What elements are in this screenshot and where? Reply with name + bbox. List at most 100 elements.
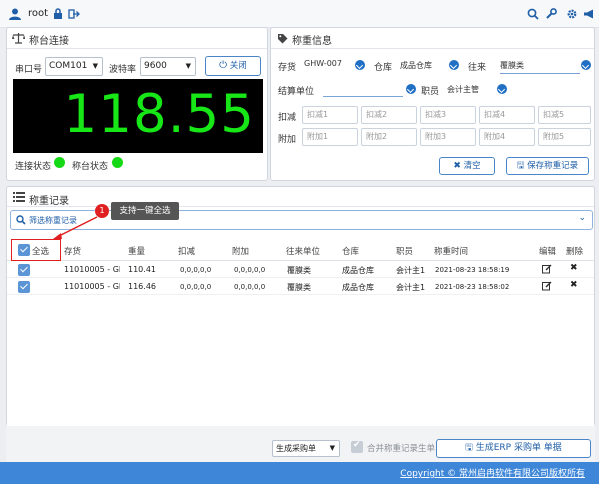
table-row[interactable]: 11010005 - GH 110.41 0,0,0,0,0 0,0,0,0,0… <box>7 261 594 278</box>
select-all-label[interactable]: 全选 <box>32 245 49 257</box>
clear-button-label: 清空 <box>463 161 481 171</box>
stock-label: 存货 <box>278 63 297 73</box>
merge-checkbox[interactable]: ✔ <box>351 440 363 453</box>
row-staff: 会计主1 <box>396 283 426 292</box>
bottom-action-bar: 生成采购单 ▼ ✔ 合并称重记录生单 🖫 生成ERP 采购单 单据 <box>6 426 595 462</box>
weight-display: 118.55 <box>13 79 263 153</box>
doc-type-value: 生成采购单 <box>276 444 316 453</box>
row-extra: 0,0,0,0,0 <box>234 283 266 291</box>
merge-label[interactable]: 合并称重记录生单 <box>367 442 435 454</box>
warehouse-label: 仓库 <box>374 63 393 73</box>
port-label: 串口号 <box>15 65 43 75</box>
tooltip-text: 支持一键全选 <box>119 206 171 216</box>
wrench-icon[interactable] <box>545 8 557 20</box>
weigh-info-title: 称重信息 <box>292 36 332 47</box>
arrow-annotation <box>53 216 98 239</box>
port-value: COM101 <box>49 61 88 71</box>
stock-dropdown-icon[interactable] <box>355 60 365 70</box>
power-icon: ⏻ <box>219 60 228 71</box>
row-weight: 110.41 <box>128 265 156 274</box>
col-delete: 删除 <box>566 247 584 257</box>
lock-icon[interactable] <box>53 8 63 20</box>
row-staff: 会计主1 <box>396 266 426 275</box>
contact-dropdown-icon[interactable] <box>581 60 591 70</box>
select-all-checkbox[interactable] <box>18 244 30 256</box>
divider <box>271 48 594 49</box>
col-deduct: 扣减 <box>178 247 196 257</box>
col-staff: 职员 <box>396 247 414 257</box>
extra-field-3[interactable]: 附加3 <box>420 128 476 146</box>
row-contact: 覆膜类 <box>287 283 311 292</box>
baud-select[interactable]: 9600 ▼ <box>140 57 196 76</box>
delete-icon[interactable]: ✖ <box>570 280 578 290</box>
row-checkbox[interactable] <box>18 264 30 276</box>
warehouse-dropdown-icon[interactable] <box>449 60 459 70</box>
connection-status-indicator <box>54 157 65 168</box>
row-stock: 11010005 - GH <box>64 265 120 274</box>
warehouse-input[interactable]: 成品仓库 <box>400 60 446 74</box>
extra-field-1[interactable]: 附加1 <box>302 128 358 146</box>
stock-input[interactable]: GHW-007 <box>304 59 354 73</box>
extra-field-2[interactable]: 附加2 <box>361 128 417 146</box>
staff-input[interactable]: 会计主管 <box>447 84 493 98</box>
edit-icon[interactable] <box>542 281 552 292</box>
username: root <box>28 8 49 19</box>
doc-type-select[interactable]: 生成采购单 ▼ <box>272 440 340 457</box>
divider <box>7 48 267 49</box>
col-weight: 重量 <box>128 247 146 257</box>
records-title: 称重记录 <box>29 196 69 207</box>
delete-icon[interactable]: ✖ <box>570 263 578 273</box>
table-header: 全选 存货 重量 扣减 附加 往来单位 仓库 职员 称重时间 编辑 删除 <box>7 239 594 261</box>
save-record-button[interactable]: 🖫 保存称重记录 <box>506 157 589 175</box>
tag-icon <box>277 33 288 44</box>
deduct-field-3[interactable]: 扣减3 <box>420 106 476 124</box>
search-icon[interactable] <box>527 8 539 20</box>
deduct-label: 扣减 <box>278 113 297 123</box>
clear-button[interactable]: ✖ 清空 <box>439 157 495 175</box>
logout-icon[interactable] <box>68 8 80 20</box>
deduct-field-4[interactable]: 扣减4 <box>479 106 535 124</box>
port-select[interactable]: COM101 ▼ <box>45 57 103 76</box>
row-time: 2021-08-23 18:58:19 <box>435 266 510 274</box>
save-icon: 🖫 <box>516 161 525 171</box>
top-bar: root <box>0 0 599 28</box>
close-port-button[interactable]: ⏻ 关闭 <box>205 56 261 76</box>
row-checkbox[interactable] <box>18 281 30 293</box>
row-stock: 11010005 - GH <box>64 282 120 291</box>
megaphone-icon[interactable] <box>583 8 595 20</box>
settle-unit-dropdown-icon[interactable] <box>406 84 416 94</box>
tooltip: 支持一键全选 <box>111 202 179 220</box>
gear-icon[interactable] <box>566 8 578 20</box>
copyright-text[interactable]: Copyright © 常州启冉软件有限公司版权所有 <box>400 466 585 479</box>
staff-dropdown-icon[interactable] <box>497 84 507 94</box>
generate-erp-label: 生成ERP 采购单 单据 <box>475 443 562 453</box>
close-port-label: 关闭 <box>229 61 247 71</box>
deduct-field-1[interactable]: 扣减1 <box>302 106 358 124</box>
col-warehouse: 仓库 <box>342 247 360 257</box>
records-panel: 称重记录 筛选称重记录 ⌄ 1 支持一键全选 全选 存货 重量 扣减 附加 往来… <box>6 186 595 427</box>
row-warehouse: 成品仓库 <box>342 283 374 292</box>
baud-value: 9600 <box>144 61 167 71</box>
row-deduct: 0,0,0,0,0 <box>180 283 212 291</box>
save-icon: 🖫 <box>465 443 473 453</box>
settle-unit-input[interactable] <box>323 83 403 97</box>
contact-input[interactable]: 覆膜类 <box>500 60 580 74</box>
chevron-down-icon: ▼ <box>329 444 335 452</box>
extra-field-5[interactable]: 附加5 <box>538 128 591 146</box>
close-icon: ✖ <box>453 161 461 171</box>
row-warehouse: 成品仓库 <box>342 266 374 275</box>
row-time: 2021-08-23 18:58:02 <box>435 283 510 291</box>
weight-value: 118.55 <box>63 84 255 145</box>
deduct-field-2[interactable]: 扣减2 <box>361 106 417 124</box>
generate-erp-button[interactable]: 🖫 生成ERP 采购单 单据 <box>436 439 591 458</box>
edit-icon[interactable] <box>542 264 552 275</box>
list-icon <box>13 192 25 203</box>
scale-connection-panel: 称台连接 串口号 COM101 ▼ 波特率 9600 ▼ ⏻ 关闭 118.55… <box>6 27 268 181</box>
col-time: 称重时间 <box>434 247 469 257</box>
table-row[interactable]: 11010005 - GH 116.46 0,0,0,0,0 0,0,0,0,0… <box>7 278 594 295</box>
row-contact: 覆膜类 <box>287 266 311 275</box>
deduct-field-5[interactable]: 扣减5 <box>538 106 591 124</box>
extra-field-4[interactable]: 附加4 <box>479 128 535 146</box>
scale-icon <box>12 32 25 44</box>
col-edit: 编辑 <box>539 247 557 257</box>
